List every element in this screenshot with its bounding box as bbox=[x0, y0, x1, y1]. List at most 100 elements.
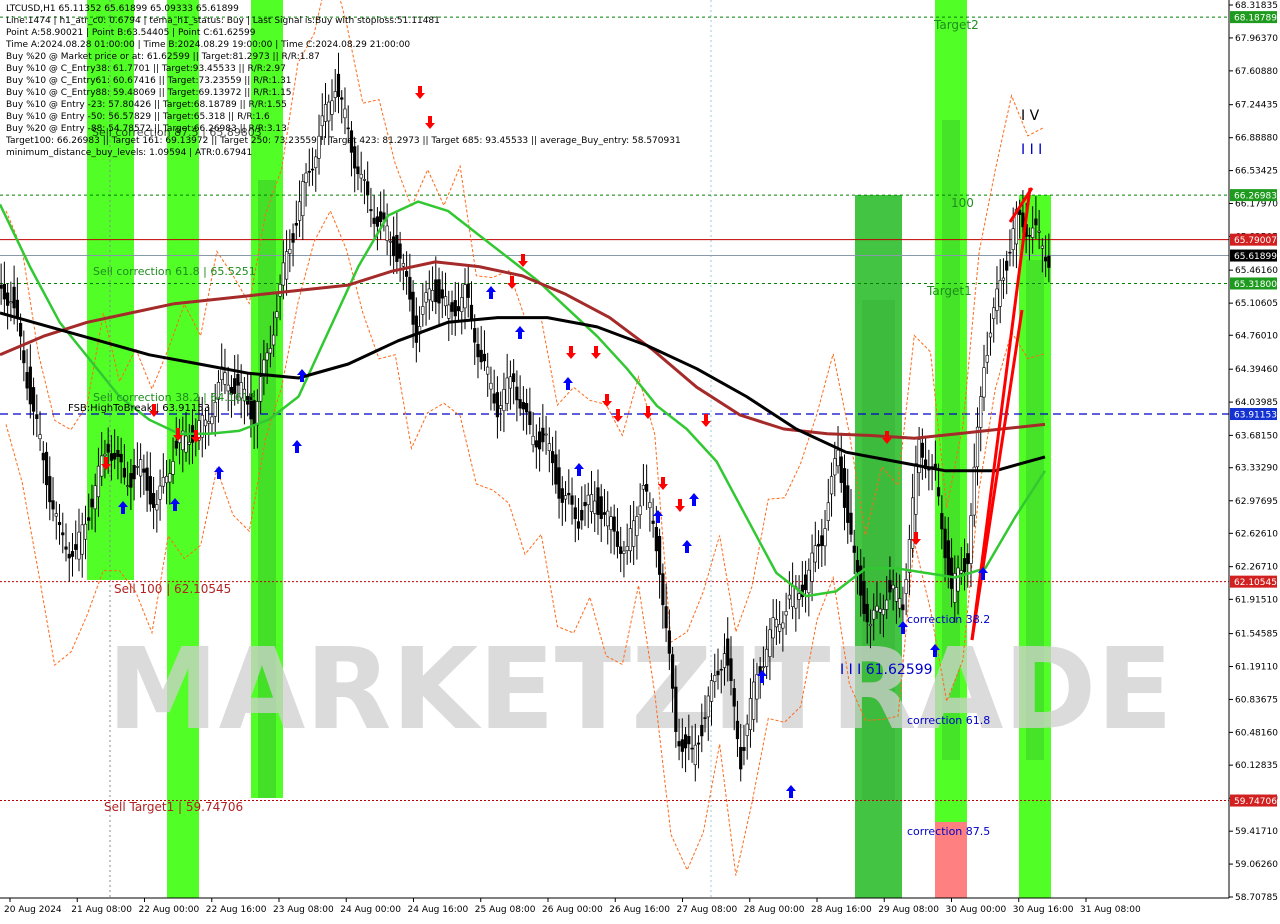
candle-body bbox=[362, 179, 367, 181]
watermark-text: MARKETZITRADE bbox=[107, 625, 1173, 755]
candle-body bbox=[774, 619, 778, 628]
candle-body bbox=[693, 744, 697, 766]
candle-body bbox=[745, 723, 749, 736]
info-line: Buy %10 @ Entry -50: 56.57829 || Target:… bbox=[6, 112, 270, 122]
candle-body bbox=[460, 297, 464, 312]
info-line: Point A:58.90021 | Point B:63.54405 | Po… bbox=[6, 28, 256, 38]
candle-body bbox=[57, 522, 62, 526]
candle-body bbox=[74, 544, 78, 550]
candle-body bbox=[765, 648, 769, 667]
candle-body bbox=[236, 374, 240, 386]
candle-body bbox=[829, 476, 834, 495]
candle-body bbox=[31, 387, 36, 412]
candle-body bbox=[735, 720, 740, 740]
target2-label: Target2 bbox=[933, 18, 979, 32]
candle-body bbox=[878, 608, 882, 613]
sell-target1-label: Sell Target1 | 59.74706 bbox=[104, 800, 243, 814]
candle-body bbox=[525, 403, 529, 413]
candle-body bbox=[12, 286, 16, 309]
candle-body bbox=[557, 467, 561, 499]
candle-body bbox=[862, 580, 866, 615]
info-line: Line:1474 | h1_atr_c0: 0.6794 | tema_h1_… bbox=[6, 16, 440, 26]
candle-body bbox=[126, 485, 130, 487]
price-badge-label: 59.74706 bbox=[1234, 797, 1277, 807]
candle-body bbox=[816, 543, 821, 547]
candle-body bbox=[576, 521, 581, 529]
price-tick-label: 62.62610 bbox=[1235, 529, 1278, 539]
candle-body bbox=[995, 288, 999, 311]
candle-body bbox=[846, 485, 850, 523]
price-tick-label: 67.24435 bbox=[1235, 101, 1278, 111]
candle-body bbox=[791, 585, 795, 607]
info-line: Buy %10 @ C_Entry88: 59.48069 || Target:… bbox=[6, 88, 292, 98]
price-badge-label: 66.26983 bbox=[1234, 192, 1277, 202]
candle-body bbox=[677, 741, 681, 747]
candle-body bbox=[563, 495, 568, 500]
candle-body bbox=[713, 675, 717, 682]
candle-body bbox=[761, 666, 766, 669]
candle-body bbox=[949, 557, 954, 589]
candle-body bbox=[100, 455, 104, 477]
candle-body bbox=[654, 527, 658, 552]
candle-body bbox=[161, 477, 165, 487]
candle-body bbox=[648, 502, 652, 509]
candle-body bbox=[489, 382, 493, 390]
candle-body bbox=[479, 349, 483, 363]
candle-body bbox=[385, 225, 389, 241]
candle-body bbox=[54, 513, 58, 517]
candle-body bbox=[453, 300, 457, 317]
candle-body bbox=[554, 454, 558, 485]
price-tick-label: 65.10605 bbox=[1235, 299, 1278, 309]
candle-body bbox=[323, 104, 328, 122]
candle-body bbox=[940, 513, 944, 530]
candle-body bbox=[132, 464, 136, 480]
candle-body bbox=[22, 350, 26, 364]
candle-body bbox=[547, 443, 551, 451]
candle-body bbox=[998, 280, 1002, 307]
candle-body bbox=[379, 211, 383, 223]
info-line: Buy %10 @ Entry -23: 57.80426 || Target:… bbox=[6, 100, 287, 110]
candle-body bbox=[752, 681, 756, 720]
time-label: 21 Aug 08:00 bbox=[71, 905, 132, 915]
candle-body bbox=[119, 453, 123, 463]
candle-body bbox=[291, 233, 295, 243]
price-tick-label: 67.96370 bbox=[1235, 34, 1278, 44]
candle-body bbox=[382, 212, 386, 220]
candle-body bbox=[301, 181, 305, 216]
candle-body bbox=[424, 292, 428, 303]
candle-body bbox=[583, 502, 587, 507]
candle-body bbox=[343, 108, 347, 119]
candle-body bbox=[469, 304, 474, 320]
candle-body bbox=[129, 473, 133, 488]
candle-body bbox=[122, 467, 126, 478]
candle-body bbox=[570, 495, 574, 505]
correction-618-label: correction 61.8 bbox=[907, 714, 990, 727]
candle-body bbox=[1011, 228, 1015, 250]
candle-body bbox=[865, 603, 869, 623]
candle-body bbox=[340, 97, 344, 100]
candle-body bbox=[294, 222, 298, 226]
candle-body bbox=[894, 587, 899, 602]
candle-body bbox=[625, 546, 629, 552]
candle-body bbox=[683, 734, 688, 749]
candle-body bbox=[797, 593, 801, 600]
chart-canvas[interactable]: MARKETZITRADE Sell correction 61.8 | 65.… bbox=[0, 0, 1280, 920]
candle-body bbox=[619, 546, 623, 554]
candle-body bbox=[872, 609, 876, 620]
chart-window[interactable]: MARKETZITRADE Sell correction 61.8 | 65.… bbox=[0, 0, 1280, 920]
candle-body bbox=[307, 171, 311, 173]
price-badge-label: 65.61899 bbox=[1234, 252, 1277, 262]
candle-body bbox=[842, 468, 847, 508]
candle-body bbox=[64, 546, 68, 550]
candle-body bbox=[80, 524, 84, 555]
info-line: Buy %10 @ C_Entry38: 61.7701 || Target:9… bbox=[6, 64, 286, 74]
candle-body bbox=[979, 396, 983, 428]
candle-body bbox=[544, 433, 548, 436]
candle-body bbox=[388, 240, 392, 243]
info-line: Buy %20 @ Market price or at: 61.62599 |… bbox=[6, 52, 320, 62]
candle-body bbox=[6, 292, 10, 306]
candle-body bbox=[885, 599, 889, 610]
candle-body bbox=[135, 466, 139, 468]
candle-body bbox=[1034, 218, 1038, 226]
candle-body bbox=[904, 579, 908, 594]
